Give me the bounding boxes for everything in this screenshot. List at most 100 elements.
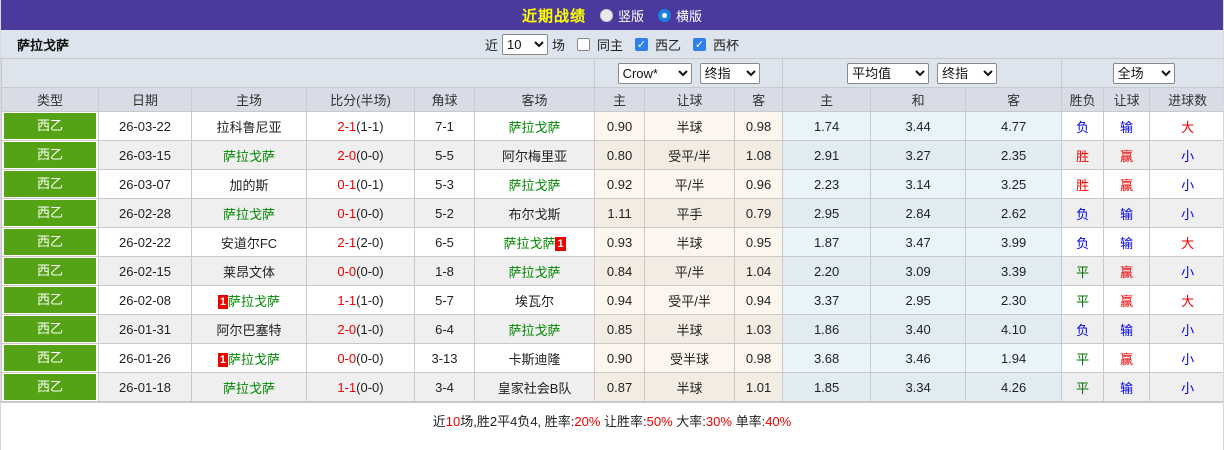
team-name[interactable]: 萨拉戈萨 bbox=[223, 149, 275, 164]
home-team-cell[interactable]: 加的斯 bbox=[191, 169, 307, 199]
league-cell: 西乙 bbox=[1, 372, 99, 402]
team-name[interactable]: 布尔戈斯 bbox=[509, 207, 561, 222]
away-team-cell[interactable]: 阿尔梅里亚 bbox=[473, 140, 596, 170]
result-cell: 负 bbox=[1061, 314, 1105, 344]
halftime-score: (1-0) bbox=[356, 321, 384, 337]
away-team-cell[interactable]: 萨拉戈萨 1 bbox=[473, 227, 596, 257]
team-name[interactable]: 萨拉戈萨 bbox=[509, 323, 561, 338]
match-row: 西乙 26-03-15 萨拉戈萨 2-0(0-0) 5-5 阿尔梅里亚 0.80… bbox=[1, 140, 1223, 170]
team-name[interactable]: 萨拉戈萨 bbox=[509, 120, 561, 135]
euro-away-odds-cell: 2.30 bbox=[965, 285, 1063, 315]
same-home-label[interactable]: 同主 bbox=[597, 35, 623, 54]
team-name[interactable]: 加的斯 bbox=[229, 178, 268, 193]
asian-index-select[interactable]: 终指 bbox=[699, 62, 760, 84]
fulltime-score: 2-0 bbox=[337, 147, 357, 163]
away-team-cell[interactable]: 萨拉戈萨 bbox=[473, 169, 596, 199]
layout-radio-horizontal[interactable]: 横版 bbox=[658, 6, 702, 25]
score-cell: 1-1(1-0) bbox=[306, 285, 415, 315]
date-cell: 26-01-18 bbox=[98, 372, 192, 402]
away-team-cell[interactable]: 埃瓦尔 bbox=[473, 285, 596, 315]
company-select[interactable]: Crow* bbox=[617, 62, 692, 84]
league-filter-label[interactable]: 西乙 bbox=[655, 35, 681, 54]
team-name[interactable]: 埃瓦尔 bbox=[515, 294, 554, 309]
home-team-cell[interactable]: 萨拉戈萨 bbox=[191, 140, 307, 170]
team-name[interactable]: 拉科鲁尼亚 bbox=[216, 120, 281, 135]
halftime-score: (0-0) bbox=[356, 379, 384, 395]
scope-select[interactable]: 全场 bbox=[1112, 62, 1175, 84]
radio-unselected-icon[interactable] bbox=[599, 8, 613, 22]
result-cell: 平 bbox=[1061, 256, 1105, 286]
cup-filter-checkbox[interactable]: ✓ bbox=[693, 37, 707, 51]
away-team-cell[interactable]: 布尔戈斯 bbox=[473, 198, 596, 228]
home-team-cell[interactable]: 1 萨拉戈萨 bbox=[191, 285, 307, 315]
asian-home-odds-cell: 0.87 bbox=[594, 372, 646, 402]
team-name[interactable]: 安道尔FC bbox=[221, 236, 277, 251]
home-team-cell[interactable]: 莱昂文体 bbox=[191, 256, 307, 286]
handicap-line-cell: 受平/半 bbox=[644, 285, 736, 315]
team-name[interactable]: 萨拉戈萨 bbox=[509, 265, 561, 280]
league-filter-checkbox[interactable]: ✓ bbox=[635, 37, 648, 51]
score-cell: 2-1(1-1) bbox=[306, 111, 415, 141]
layout-radio-vertical[interactable]: 竖版 bbox=[599, 6, 644, 25]
goals-result-cell: 小 bbox=[1149, 140, 1223, 170]
asian-odds-filter-cell: Crow* 终指 bbox=[594, 58, 784, 88]
team-name[interactable]: 莱昂文体 bbox=[223, 265, 275, 280]
team-name[interactable]: 萨拉戈萨 bbox=[503, 236, 555, 251]
league-badge: 西乙 bbox=[4, 258, 96, 284]
league-cell: 西乙 bbox=[1, 285, 99, 315]
red-card-badge: 1 bbox=[555, 236, 566, 251]
team-name[interactable]: 阿尔巴塞特 bbox=[216, 323, 281, 338]
euro-draw-odds-cell: 3.27 bbox=[870, 140, 967, 170]
summary-segment: 10 bbox=[445, 414, 461, 429]
corner-cell: 3-13 bbox=[414, 343, 475, 373]
team-name[interactable]: 卡斯迪隆 bbox=[509, 352, 561, 367]
league-badge: 西乙 bbox=[4, 345, 96, 371]
team-name[interactable]: 萨拉戈萨 bbox=[228, 294, 280, 309]
halftime-score: (1-0) bbox=[356, 292, 384, 308]
team-name[interactable]: 皇家社会B队 bbox=[498, 381, 572, 396]
away-team-cell[interactable]: 卡斯迪隆 bbox=[473, 343, 596, 373]
away-team-cell[interactable]: 萨拉戈萨 bbox=[473, 111, 596, 141]
home-team-cell[interactable]: 阿尔巴塞特 bbox=[191, 314, 307, 344]
halftime-score: (1-1) bbox=[356, 118, 384, 134]
fulltime-score: 1-1 bbox=[337, 379, 357, 395]
match-row: 西乙 26-02-28 萨拉戈萨 0-1(0-0) 5-2 布尔戈斯 1.11 … bbox=[1, 198, 1223, 228]
radio-selected-icon[interactable] bbox=[658, 8, 671, 22]
asian-home-odds-cell: 0.94 bbox=[594, 285, 646, 315]
euro-draw-odds-cell: 3.46 bbox=[870, 343, 967, 373]
filter-empty-cell bbox=[1, 58, 596, 88]
match-count-select[interactable]: 10 bbox=[501, 33, 548, 55]
same-home-checkbox[interactable] bbox=[576, 37, 590, 51]
col-header-asian-home: 主 bbox=[594, 87, 646, 112]
home-team-cell[interactable]: 拉科鲁尼亚 bbox=[191, 111, 307, 141]
corner-cell: 5-5 bbox=[414, 140, 475, 170]
home-team-cell[interactable]: 1 萨拉戈萨 bbox=[191, 343, 307, 373]
home-team-cell[interactable]: 萨拉戈萨 bbox=[191, 372, 307, 402]
summary-segment: 40% bbox=[765, 414, 792, 429]
result-cell: 负 bbox=[1061, 227, 1105, 257]
average-select[interactable]: 平均值 bbox=[847, 62, 930, 84]
team-name[interactable]: 萨拉戈萨 bbox=[509, 178, 561, 193]
away-team-cell[interactable]: 萨拉戈萨 bbox=[473, 314, 596, 344]
team-name[interactable]: 阿尔梅里亚 bbox=[502, 149, 567, 164]
fulltime-score: 2-0 bbox=[337, 321, 357, 337]
euro-index-select[interactable]: 终指 bbox=[937, 62, 998, 84]
radio-horizontal-label[interactable]: 横版 bbox=[676, 6, 702, 25]
cup-filter-label[interactable]: 西杯 bbox=[713, 35, 739, 54]
result-cell: 负 bbox=[1061, 111, 1105, 141]
home-team-cell[interactable]: 安道尔FC bbox=[191, 227, 307, 257]
radio-vertical-label[interactable]: 竖版 bbox=[618, 6, 644, 25]
team-name[interactable]: 萨拉戈萨 bbox=[228, 352, 280, 367]
result-cell: 平 bbox=[1061, 285, 1105, 315]
away-team-cell[interactable]: 皇家社会B队 bbox=[473, 372, 596, 402]
goals-result-cell: 大 bbox=[1149, 111, 1223, 141]
team-name-label: 萨拉戈萨 bbox=[17, 37, 70, 53]
team-name[interactable]: 萨拉戈萨 bbox=[223, 381, 275, 396]
away-team-cell[interactable]: 萨拉戈萨 bbox=[473, 256, 596, 286]
col-header-corner: 角球 bbox=[414, 87, 475, 112]
team-name[interactable]: 萨拉戈萨 bbox=[223, 207, 275, 222]
date-cell: 26-02-28 bbox=[98, 198, 192, 228]
handicap-line-cell: 半球 bbox=[644, 314, 736, 344]
euro-home-odds-cell: 1.87 bbox=[782, 227, 872, 257]
home-team-cell[interactable]: 萨拉戈萨 bbox=[191, 198, 307, 228]
